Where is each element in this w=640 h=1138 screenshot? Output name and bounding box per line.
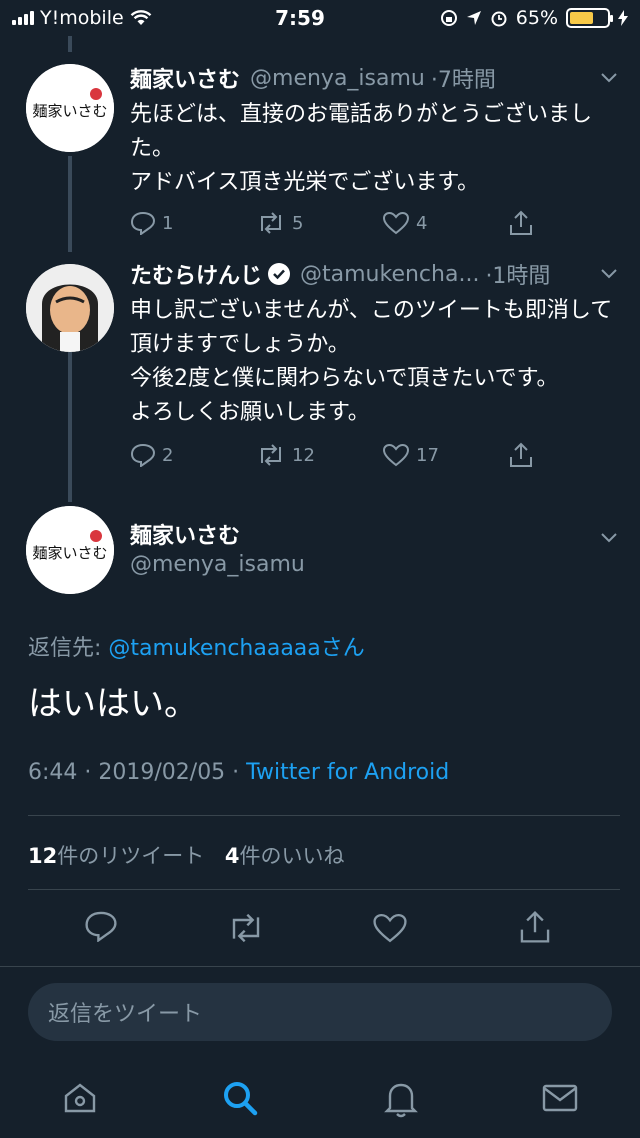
author-handle[interactable]: @tamukencha... [300,262,479,287]
tweet-timestamp: 6:44 · 2019/02/05 · [28,760,247,785]
share-icon [510,442,532,467]
main-author-name[interactable]: 麺家いさむ [130,518,240,550]
divider [28,815,620,816]
retweet-button[interactable]: 5 [256,210,382,236]
verified-badge-icon [268,263,291,285]
svg-text:麺家いさむ: 麺家いさむ [32,102,107,120]
thread-line [68,36,72,52]
reply-button[interactable]: 2 [130,442,256,468]
tweet-item[interactable]: たむらけんじ @tamukencha... ·1時間 申し訳ございませんが、この… [0,258,640,498]
retweet-icon [261,212,281,234]
tweet-timestamp-line: 6:44 · 2019/02/05 · Twitter for Android [28,760,449,785]
wifi-icon [130,10,152,25]
battery-percent: 65% [515,7,558,29]
chevron-down-icon[interactable] [600,528,618,546]
rotation-lock-icon [440,10,457,26]
clock: 7:59 [275,6,325,30]
author-handle[interactable]: @menya_isamu [250,66,425,91]
tweet-text: 先ほどは、直接のお電話ありがとうございました。 アドバイス頂き光栄でございます。 [130,102,593,195]
reply-to-line: 返信先: @tamukenchaaaaaさん [28,630,365,662]
location-icon [466,11,481,25]
avatar[interactable]: 麺家いさむ [26,506,114,594]
tweet-time: ·7時間 [430,68,496,93]
tweet-item[interactable]: 麺家いさむ 麺家いさむ @menya_isamu ·7時間 先ほどは、直接のお電… [0,62,640,252]
tweet-client-link[interactable]: Twitter for Android [246,760,449,785]
heart-icon [382,211,410,235]
main-tweet-text: はいはい。 [28,684,198,724]
reply-to-label: 返信先: [28,636,109,661]
tweet-time: ·1時間 [485,264,551,289]
battery-icon [566,8,613,28]
reply-bar: 返信をツイート [0,966,640,1058]
reply-to-handle[interactable]: @tamukenchaaaaaさん [108,636,364,661]
like-count: 4 [416,212,428,234]
main-author-handle[interactable]: @menya_isamu [130,552,305,577]
chevron-down-icon[interactable] [600,264,618,282]
share-icon [510,210,532,235]
retweet-button[interactable]: 12 [256,442,382,468]
share-icon[interactable] [518,910,552,944]
avatar[interactable] [26,264,114,352]
carrier-label: Y!mobile [40,7,124,29]
heart-icon[interactable] [372,912,408,944]
messages-envelope-icon[interactable] [541,1081,579,1115]
retweet-icon[interactable] [226,912,266,944]
status-bar: Y!mobile 7:59 65% [0,0,640,36]
tweet-text: 申し訳ございませんが、このツイートも即消して頂けますでしょうか。 今後2度と僕に… [130,298,613,425]
reply-icon [130,443,156,467]
share-button[interactable] [508,442,534,468]
reply-count: 1 [162,212,174,234]
likes-stat[interactable]: 4件のいいね [225,844,345,868]
avatar[interactable]: 麺家いさむ [26,64,114,152]
signal-icon [12,11,34,25]
retweet-count: 5 [292,212,304,234]
tab-bar [0,1058,640,1138]
heart-icon [382,443,410,467]
like-button[interactable]: 4 [382,210,508,236]
share-button[interactable] [508,210,534,236]
reply-button[interactable]: 1 [130,210,256,236]
retweet-icon [261,444,281,466]
chevron-down-icon[interactable] [600,68,618,86]
author-name[interactable]: 麺家いさむ [130,62,240,94]
divider [28,889,620,890]
reply-icon [130,211,156,235]
retweet-count: 12 [292,444,315,466]
reply-count: 2 [162,444,174,466]
reply-icon[interactable] [84,910,118,942]
home-icon[interactable] [61,1079,99,1117]
charging-icon [618,10,628,26]
main-actions [0,908,640,948]
svg-text:麺家いさむ: 麺家いさむ [32,544,107,562]
author-name[interactable]: たむらけんじ [130,258,262,290]
reply-input[interactable]: 返信をツイート [28,983,612,1041]
notifications-bell-icon[interactable] [382,1078,420,1118]
like-button[interactable]: 17 [382,442,508,468]
alarm-icon [491,11,507,27]
search-icon[interactable] [220,1078,260,1118]
like-count: 17 [416,444,439,466]
retweets-stat[interactable]: 12件のリツイート [28,844,204,868]
engagement-stats: 12件のリツイート 4件のいいね [28,840,345,870]
